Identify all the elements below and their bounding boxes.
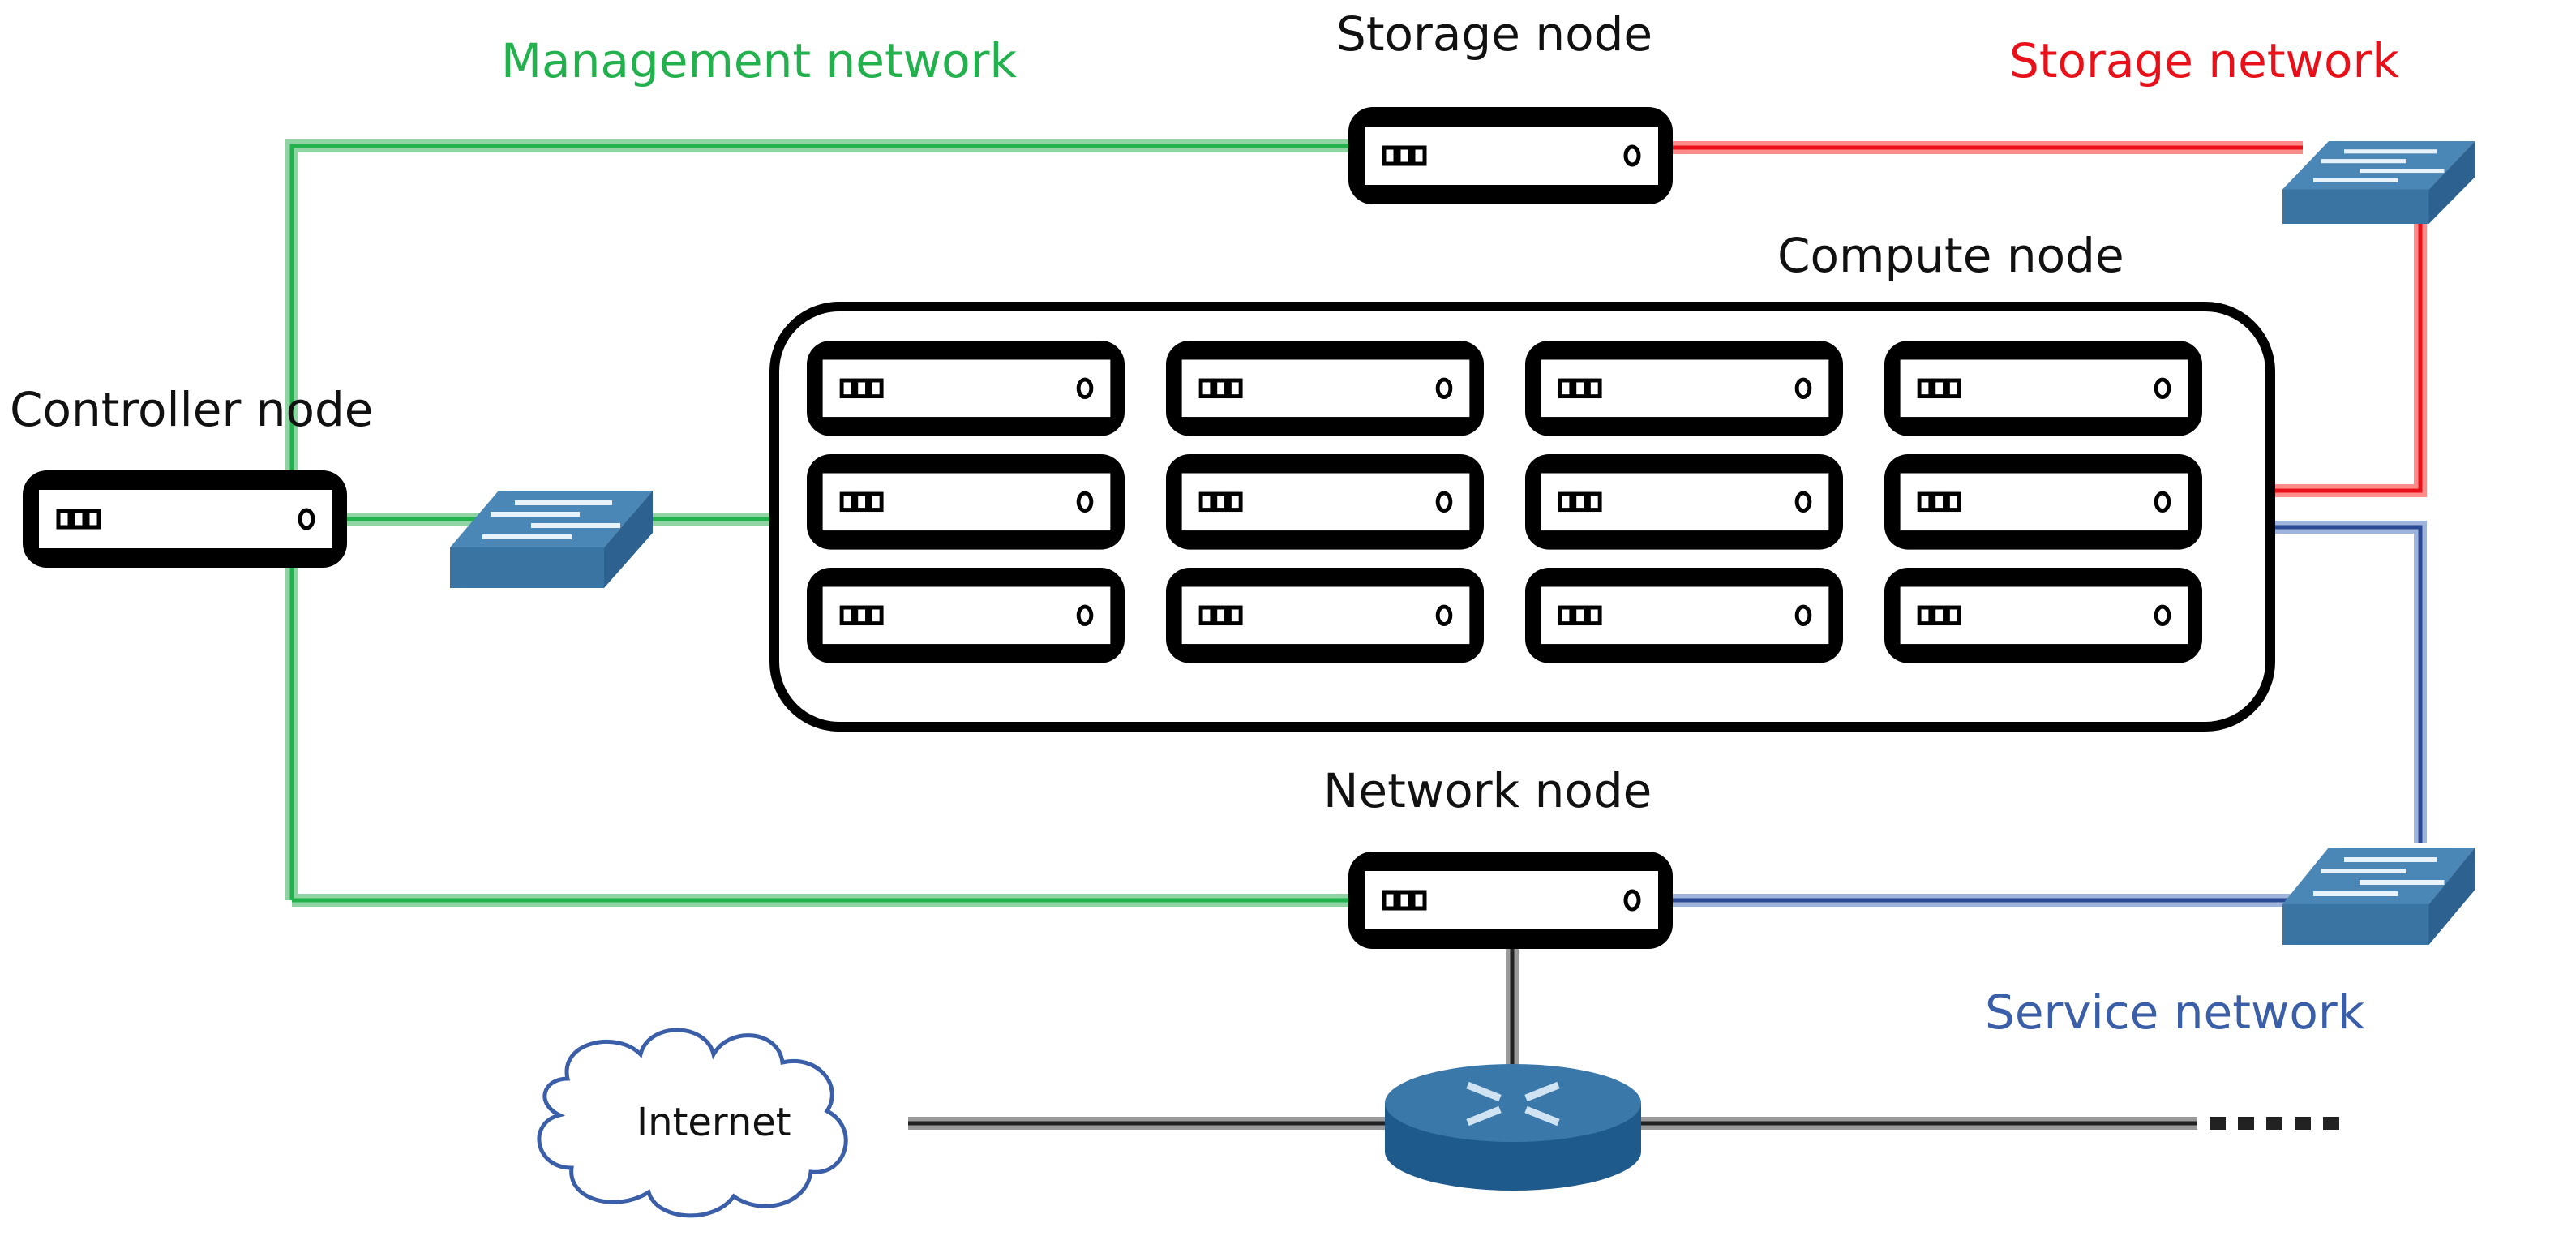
controller-node-server-icon[interactable] (23, 470, 347, 568)
network-node-label: Network node (1323, 763, 1652, 818)
storage-switch-icon[interactable] (2282, 141, 2475, 224)
service-network-label: Service network (1985, 985, 2365, 1040)
compute-server-icon[interactable] (1884, 341, 2202, 436)
network-node-server-icon[interactable] (1348, 852, 1673, 949)
storage-network-label: Storage network (2009, 33, 2399, 88)
service-switch-icon[interactable] (2282, 848, 2475, 945)
compute-server-icon[interactable] (1525, 568, 1843, 663)
compute-server-icon[interactable] (807, 568, 1125, 663)
compute-server-icon[interactable] (1166, 341, 1484, 436)
compute-server-icon[interactable] (1525, 341, 1843, 436)
network-diagram: Management network Storage node Storage … (10, 6, 2475, 1218)
controller-node-label: Controller node (10, 382, 373, 437)
compute-node-label: Compute node (1777, 228, 2124, 283)
router-icon[interactable] (1385, 1064, 1641, 1191)
compute-server-icon[interactable] (1884, 568, 2202, 663)
internet-label: Internet (636, 1100, 791, 1145)
compute-server-icon[interactable] (1166, 454, 1484, 550)
management-switch-icon[interactable] (450, 491, 653, 588)
compute-server-icon[interactable] (1525, 454, 1843, 550)
compute-server-icon[interactable] (1884, 454, 2202, 550)
compute-server-icon[interactable] (807, 454, 1125, 550)
storage-node-label: Storage node (1336, 6, 1652, 62)
storage-node-server-icon[interactable] (1348, 107, 1673, 204)
compute-server-icon[interactable] (1166, 568, 1484, 663)
compute-server-icon[interactable] (807, 341, 1125, 436)
management-network-label: Management network (501, 33, 1017, 88)
